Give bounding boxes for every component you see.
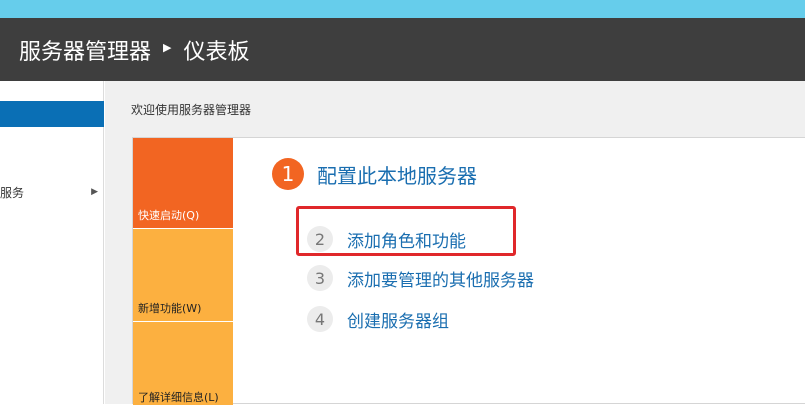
welcome-heading: 欢迎使用服务器管理器 bbox=[131, 103, 252, 117]
step-create-server-group[interactable]: 4 创建服务器组 bbox=[307, 306, 449, 332]
step-add-other-servers[interactable]: 3 添加要管理的其他服务器 bbox=[307, 265, 534, 291]
step-add-roles-features[interactable]: 2 添加角色和功能 bbox=[307, 226, 466, 252]
step-link[interactable]: 配置此本地服务器 bbox=[317, 160, 477, 189]
chevron-right-icon: ▶ bbox=[91, 187, 98, 197]
tile-whats-new[interactable]: 新增功能(W) bbox=[133, 229, 233, 321]
main-content: 欢迎使用服务器管理器 快速启动(Q) 新增功能(W) 了解详细信息(L) 1 配… bbox=[105, 81, 805, 405]
step-number-badge: 4 bbox=[307, 306, 333, 332]
page-title: 仪表板 bbox=[183, 39, 250, 65]
welcome-panel: 快速启动(Q) 新增功能(W) 了解详细信息(L) 1 配置此本地服务器 2 添… bbox=[132, 137, 805, 405]
app-title: 服务器管理器 bbox=[19, 39, 152, 65]
sidebar: 服务 ▶ bbox=[0, 81, 104, 404]
sidebar-item-services[interactable]: 服务 ▶ bbox=[0, 181, 104, 203]
step-link[interactable]: 添加角色和功能 bbox=[347, 227, 466, 252]
sidebar-item-label: 服务 bbox=[0, 185, 25, 200]
breadcrumb-separator-icon: ▶ bbox=[163, 41, 172, 54]
tile-label: 了解详细信息(L) bbox=[138, 391, 219, 404]
step-link[interactable]: 添加要管理的其他服务器 bbox=[347, 266, 534, 291]
step-link[interactable]: 创建服务器组 bbox=[347, 307, 449, 332]
step-number-badge: 1 bbox=[272, 158, 304, 190]
step-number-badge: 2 bbox=[307, 226, 333, 252]
step-configure-local-server[interactable]: 1 配置此本地服务器 bbox=[272, 158, 477, 190]
tile-learn-more[interactable]: 了解详细信息(L) bbox=[133, 322, 233, 405]
app-header: 服务器管理器 ▶ 仪表板 bbox=[0, 18, 805, 81]
window-top-strip bbox=[0, 0, 805, 18]
tile-quick-start[interactable]: 快速启动(Q) bbox=[133, 138, 233, 228]
sidebar-item-dashboard-selected[interactable] bbox=[0, 101, 104, 127]
tile-label: 快速启动(Q) bbox=[138, 209, 200, 222]
step-number-badge: 3 bbox=[307, 265, 333, 291]
tile-label: 新增功能(W) bbox=[138, 302, 202, 315]
